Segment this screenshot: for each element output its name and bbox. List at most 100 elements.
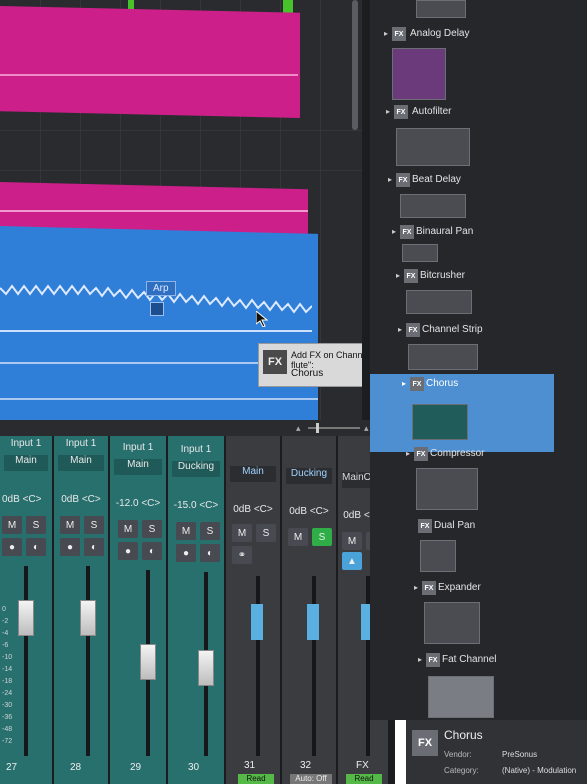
record-icon[interactable]: ● (118, 542, 138, 560)
expand-arrow-icon[interactable]: ▸ (418, 655, 422, 664)
bus-strip[interactable]: Main 0dB <C> M S ⚭ 31 Read (226, 436, 280, 784)
mute-button[interactable]: M (2, 516, 22, 534)
volume-value: -15.0 (173, 500, 197, 511)
fx-icon: FX (406, 323, 420, 337)
mute-button[interactable]: M (176, 522, 196, 540)
channel-strip[interactable]: Input 1 Main -12.0 <C> M S ● ◐ 29 (110, 436, 166, 784)
pan-value[interactable]: <C> (141, 498, 160, 509)
mute-button[interactable]: M (118, 520, 138, 538)
expand-arrow-icon[interactable]: ▸ (402, 379, 406, 388)
expand-arrow-icon[interactable]: ▸ (396, 271, 400, 280)
expand-arrow-icon[interactable]: ▸ (406, 449, 410, 458)
volume-fader[interactable] (307, 604, 319, 640)
record-icon[interactable]: ● (2, 538, 22, 556)
input-label[interactable]: Input 1 (58, 438, 104, 454)
solo-button[interactable]: S (256, 524, 276, 542)
automation-mode[interactable]: Read (238, 774, 274, 784)
arp-label[interactable]: Arp (146, 281, 176, 296)
scroll-right-icon[interactable]: ▴ (364, 423, 369, 434)
browser-item-compressor[interactable]: ▸ FX Compressor (370, 444, 587, 466)
scroll-left-icon[interactable]: ▴ (296, 423, 301, 434)
expand-arrow-icon[interactable]: ▸ (386, 107, 390, 116)
plugin-name: Channel Strip (422, 324, 483, 335)
zoom-handle[interactable] (316, 423, 319, 433)
fx-icon: FX (396, 173, 410, 187)
pan-value[interactable]: <C> (82, 494, 101, 505)
channel-number: 29 (130, 762, 142, 773)
fx-icon: FX (392, 27, 406, 41)
plugin-thumbnail (402, 244, 438, 262)
automation-mode[interactable]: Read (346, 774, 382, 784)
solo-button[interactable]: S (84, 516, 104, 534)
output-label[interactable]: Ducking (172, 461, 220, 477)
expand-arrow-icon[interactable]: ▸ (388, 175, 392, 184)
pan-value[interactable]: <C> (310, 506, 329, 517)
volume-fader[interactable] (198, 650, 214, 686)
solo-button[interactable]: S (142, 520, 162, 538)
plugin-thumbnail (396, 128, 470, 166)
bus-name[interactable]: Ducking (286, 468, 332, 484)
volume-readout: 0dB <C> (2, 494, 52, 505)
pan-value[interactable]: <C> (199, 500, 218, 511)
plugin-thumbnail (424, 602, 480, 644)
browser-item-autofilter[interactable]: ▸ FX Autofilter (370, 102, 587, 124)
output-label[interactable]: Main (4, 455, 48, 471)
plugin-name: Bitcrusher (420, 270, 466, 281)
metronome-icon[interactable]: ▲ (342, 552, 362, 570)
instrument-track-blue[interactable] (0, 226, 318, 420)
fx-icon: FX (418, 519, 432, 533)
mute-button[interactable]: M (288, 528, 308, 546)
volume-fader[interactable] (80, 600, 96, 636)
pan-value[interactable]: <C> (254, 504, 273, 515)
plugin-info-name: Chorus (444, 728, 483, 742)
link-icon[interactable]: ⚭ (232, 546, 252, 564)
channel-strip[interactable]: Input 1 Ducking -15.0 <C> M S ● ◐ 30 (168, 436, 224, 784)
audio-event-pink[interactable] (0, 6, 300, 118)
solo-button[interactable]: S (200, 522, 220, 540)
browser-item-chorus[interactable]: ▸ FX Chorus (370, 374, 554, 398)
scale-tick: -6 (2, 642, 9, 649)
volume-fader[interactable] (18, 600, 34, 636)
input-label[interactable]: Input 1 (4, 438, 48, 454)
mute-button[interactable]: M (232, 524, 252, 542)
expand-arrow-icon[interactable]: ▸ (398, 325, 402, 334)
monitor-icon[interactable]: ◐ (200, 544, 220, 562)
mute-button[interactable]: M (342, 532, 362, 550)
record-icon[interactable]: ● (176, 544, 196, 562)
monitor-icon[interactable]: ◐ (26, 538, 46, 556)
browser-item-dual-pan[interactable]: FX Dual Pan (370, 516, 587, 538)
record-icon[interactable]: ● (60, 538, 80, 556)
solo-button[interactable]: S (312, 528, 332, 546)
input-label[interactable]: Input 1 (114, 442, 162, 458)
part-icon[interactable] (150, 302, 164, 316)
bus-strip[interactable]: Ducking 0dB <C> M S 32 Auto: Off (282, 436, 336, 784)
channel-strip[interactable]: Input 1 Main 0dB <C> M S ● ◐ 0 -2 -4 -6 … (0, 436, 52, 784)
horizontal-scrollbar[interactable]: ▴ ▴ (0, 420, 380, 436)
output-label[interactable]: Main (58, 455, 104, 471)
mute-button[interactable]: M (60, 516, 80, 534)
expand-arrow-icon[interactable]: ▸ (384, 29, 388, 38)
expand-arrow-icon[interactable]: ▸ (414, 583, 418, 592)
plugin-thumbnail (416, 468, 478, 510)
panel-divider[interactable] (362, 0, 370, 436)
monitor-icon[interactable]: ◐ (142, 542, 162, 560)
channel-strip[interactable]: Input 1 Main 0dB <C> M S ● ◐ 28 (54, 436, 108, 784)
vertical-scrollbar[interactable] (352, 0, 358, 130)
volume-fader[interactable] (140, 644, 156, 680)
browser-item-beat-delay[interactable]: ▸ FX Beat Delay (370, 170, 587, 192)
browser-item-binaural-pan[interactable]: ▸ FX Binaural Pan (370, 222, 587, 244)
expand-arrow-icon[interactable]: ▸ (392, 227, 396, 236)
browser-item-bitcrusher[interactable]: ▸ FX Bitcrusher (370, 266, 587, 288)
pan-value[interactable]: <C> (23, 494, 42, 505)
automation-mode[interactable]: Auto: Off (290, 774, 332, 784)
browser-item-expander[interactable]: ▸ FX Expander (370, 578, 587, 600)
volume-fader[interactable] (251, 604, 263, 640)
output-label[interactable]: Main (114, 459, 162, 475)
browser-item-analog-delay[interactable]: ▸ FX Analog Delay (370, 24, 587, 46)
input-label[interactable]: Input 1 (172, 444, 220, 460)
browser-item-channel-strip[interactable]: ▸ FX Channel Strip (370, 320, 587, 342)
solo-button[interactable]: S (26, 516, 46, 534)
bus-name[interactable]: Main (230, 466, 276, 482)
monitor-icon[interactable]: ◐ (84, 538, 104, 556)
browser-item-fat-channel[interactable]: ▸ FX Fat Channel (370, 650, 587, 672)
